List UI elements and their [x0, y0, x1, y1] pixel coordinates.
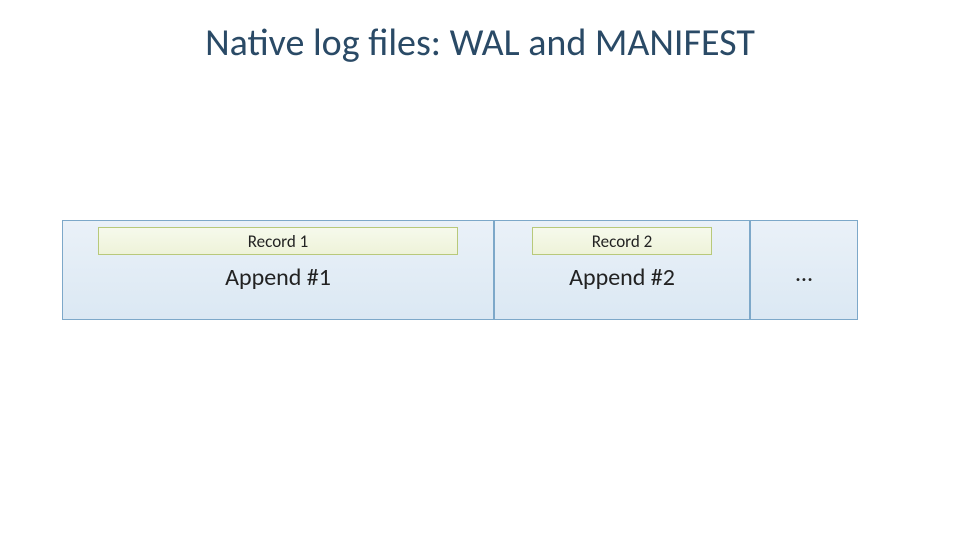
- append-block-ellipsis: …: [750, 220, 858, 320]
- record-label-2: Record 2: [592, 231, 653, 252]
- append-label-1: Append #1: [225, 263, 331, 292]
- ellipsis-icon: …: [761, 227, 847, 319]
- append-block-1: Record 1 Append #1: [62, 220, 494, 320]
- record-label-1: Record 1: [248, 231, 309, 252]
- record-box-1: Record 1: [98, 227, 458, 255]
- append-label-2: Append #2: [569, 263, 675, 292]
- record-box-2: Record 2: [532, 227, 712, 255]
- slide-title: Native log files: WAL and MANIFEST: [0, 20, 960, 66]
- append-block-2: Record 2 Append #2: [494, 220, 750, 320]
- log-row: Record 1 Append #1 Record 2 Append #2 …: [62, 220, 858, 320]
